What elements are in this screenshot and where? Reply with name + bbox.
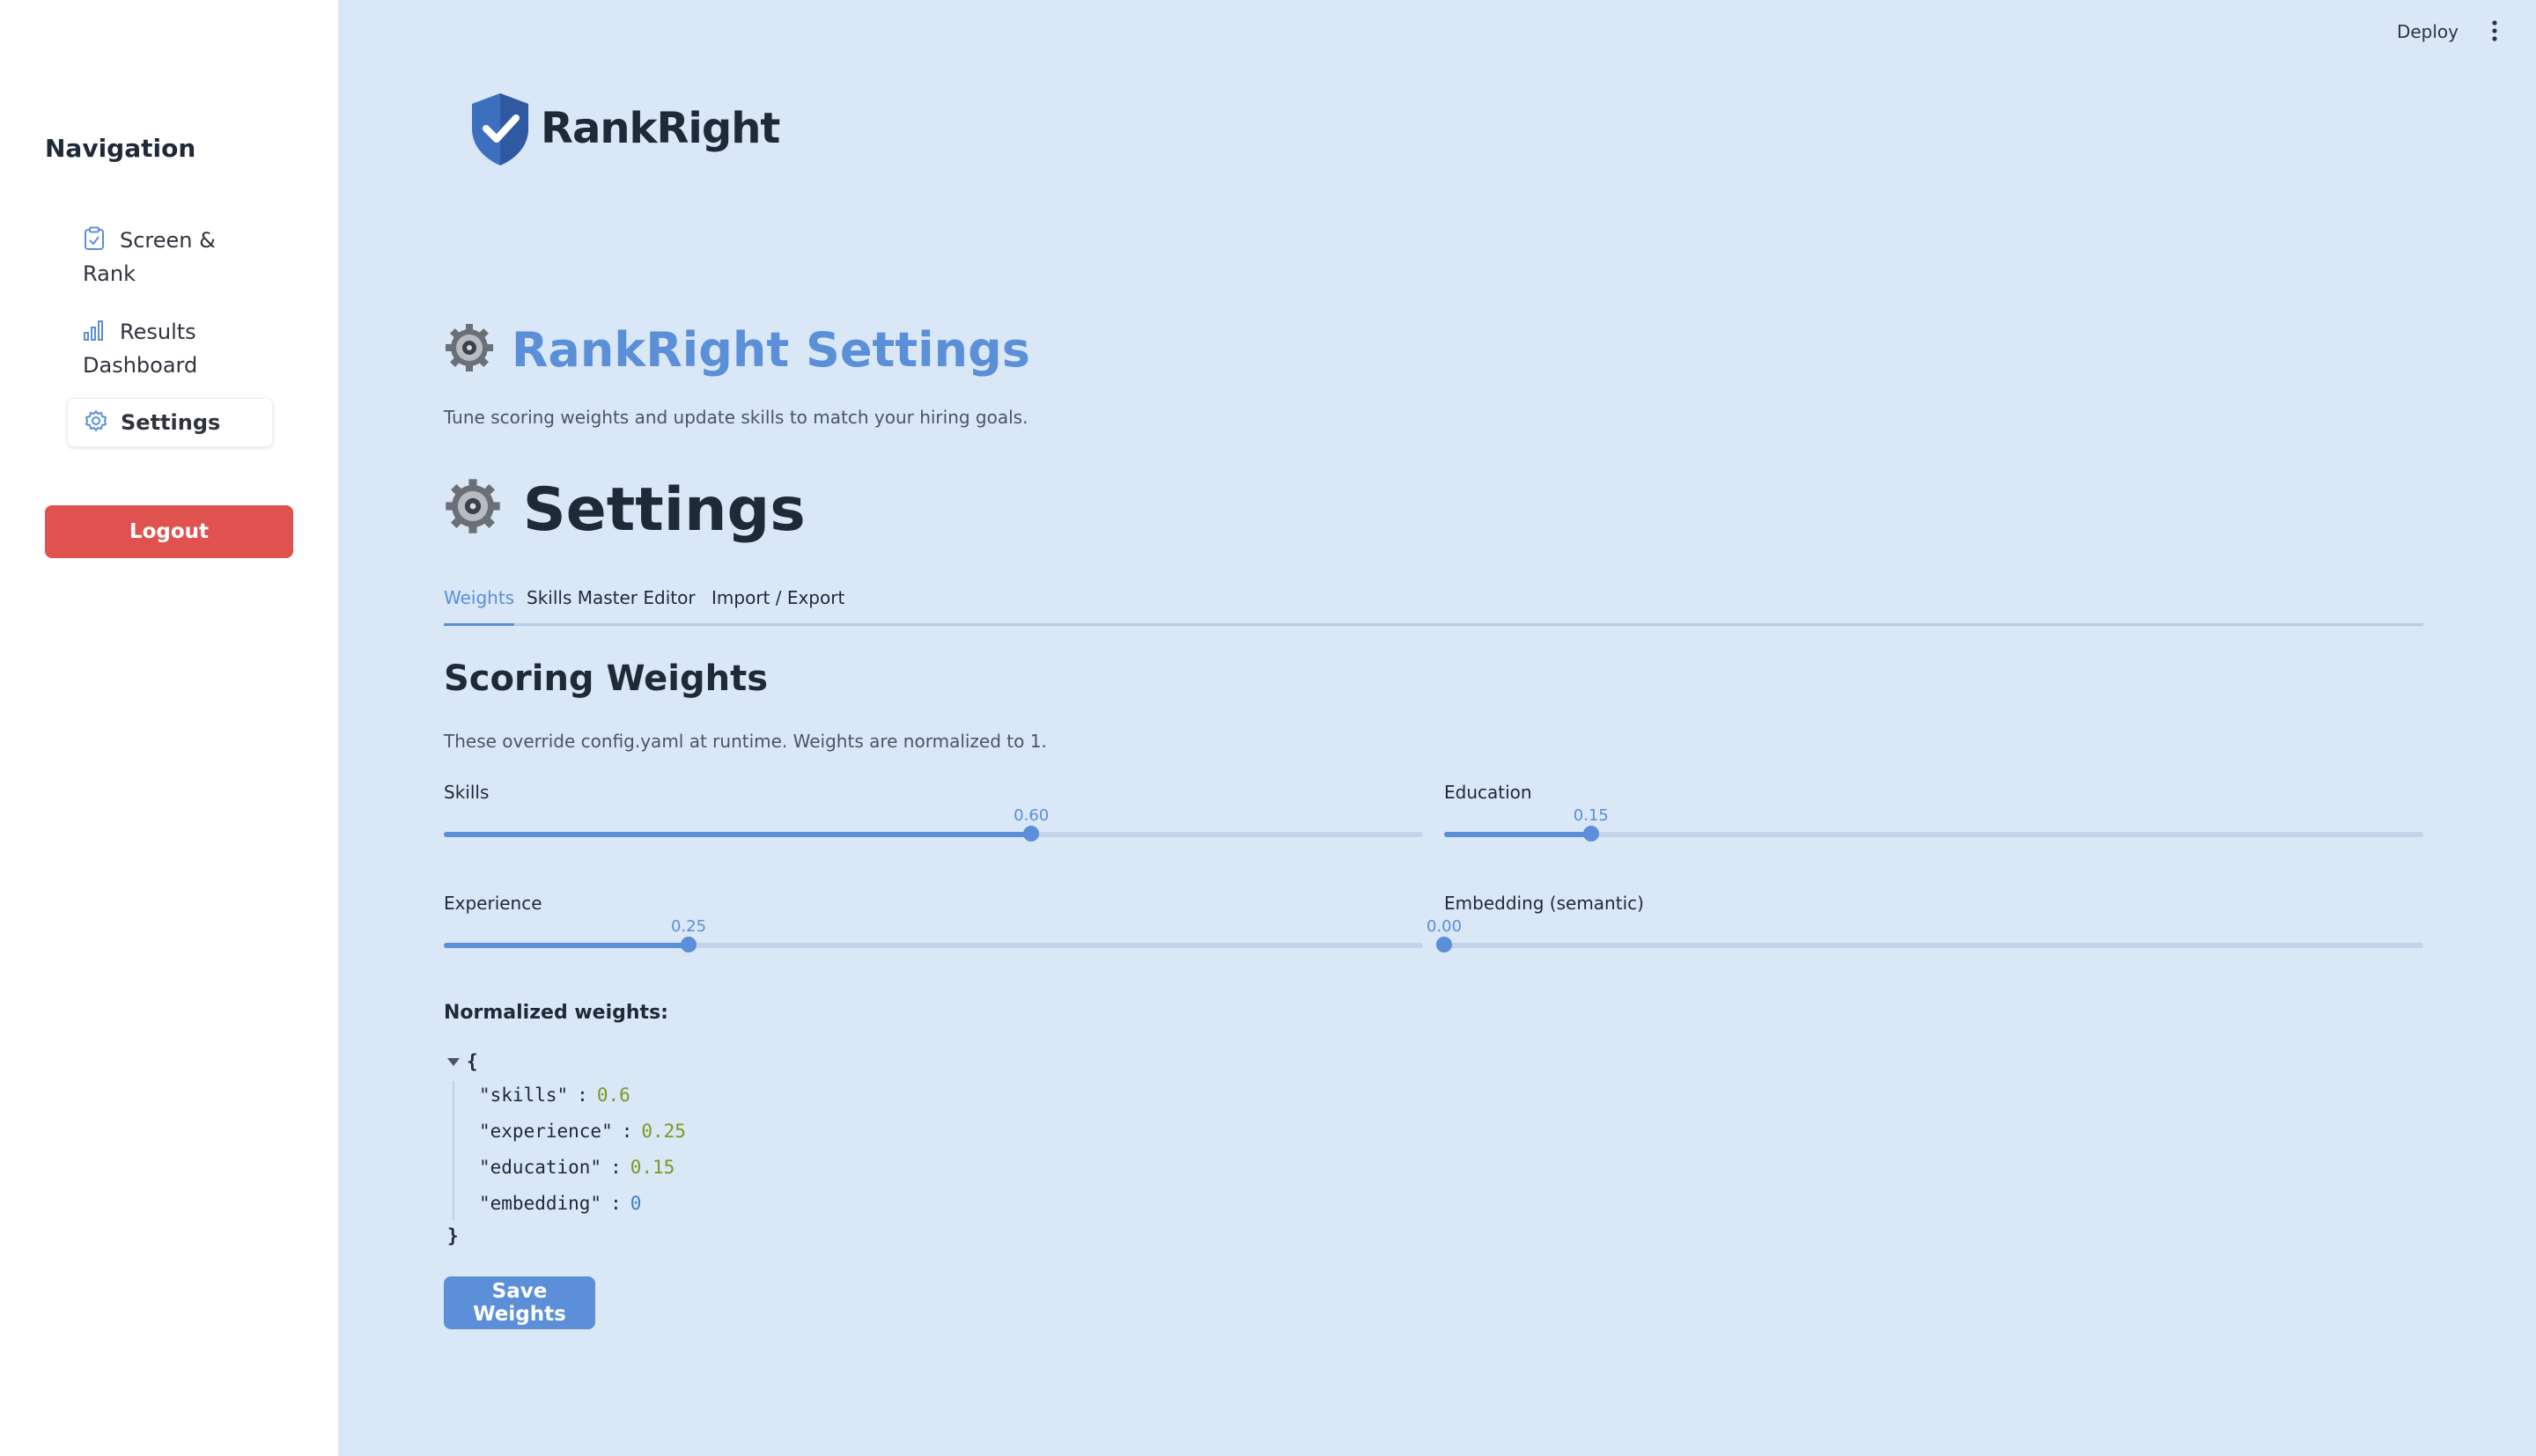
slider-label: Embedding (semantic) [1444, 893, 1644, 914]
slider-value: 0.00 [1426, 917, 1463, 936]
section-heading: Scoring Weights [444, 658, 769, 699]
slider-value: 0.25 [670, 917, 707, 936]
json-sep: : [577, 1085, 588, 1106]
slider-thumb[interactable] [1582, 826, 1599, 842]
json-key: "experience" [479, 1121, 613, 1142]
json-value: 0.25 [641, 1121, 686, 1142]
deploy-button[interactable]: Deploy [2397, 21, 2459, 42]
slider-track[interactable] [1444, 826, 2423, 842]
tab-import-export[interactable]: Import / Export [711, 585, 844, 623]
slider-track[interactable] [1436, 937, 2423, 952]
sidebar-item-label-2: Dashboard [83, 353, 198, 378]
slider-value: 0.60 [1014, 806, 1050, 825]
slider-label: Education [1444, 782, 1532, 803]
page-title-text: RankRight Settings [511, 322, 1030, 379]
main-content: Deploy RankRight RankRight Settings Tune… [338, 0, 2536, 1456]
logout-button[interactable]: Logout [45, 505, 293, 558]
nav-title: Navigation [45, 134, 196, 163]
kebab-menu-icon[interactable] [2490, 19, 2499, 42]
json-value: 0.15 [630, 1157, 675, 1178]
json-key: "skills" [479, 1085, 569, 1106]
slider-fill [444, 832, 1032, 837]
shield-check-icon [468, 92, 532, 171]
json-sep: : [621, 1121, 633, 1142]
json-row: "experience":0.25 [479, 1121, 686, 1142]
json-key: "embedding" [479, 1193, 602, 1214]
sidebar-item-results-dashboard[interactable]: Results Dashboard [67, 308, 271, 389]
collapse-caret-icon[interactable] [447, 1058, 460, 1066]
education-slider[interactable]: Education 0.15 [1444, 782, 2423, 861]
gear-outline-icon [84, 408, 108, 433]
slider-thumb[interactable] [1436, 937, 1452, 952]
json-indent-guide [453, 1081, 454, 1220]
slider-label: Skills [444, 782, 490, 803]
bar-chart-icon [83, 318, 107, 342]
tab-skills-master-editor[interactable]: Skills Master Editor [527, 585, 696, 623]
slider-track[interactable] [444, 826, 1423, 842]
settings-heading: Settings [444, 475, 806, 550]
json-row: "education":0.15 [479, 1157, 675, 1178]
skills-slider[interactable]: Skills 0.60 [444, 782, 1423, 861]
tab-bar: Weights Skills Master Editor Import / Ex… [444, 585, 2423, 626]
slider-fill [444, 943, 689, 948]
json-viewer: { "skills":0.6 "experience":0.25 "educat… [444, 1051, 972, 1254]
sidebar-item-label-2: Rank [83, 261, 136, 286]
json-close-brace: } [447, 1225, 459, 1246]
sidebar-item-screen-rank[interactable]: Screen & Rank [67, 217, 271, 298]
settings-heading-text: Settings [522, 475, 806, 545]
slider-track[interactable] [444, 937, 1423, 952]
sidebar-item-settings[interactable]: Settings [67, 398, 273, 447]
sidebar: Navigation Screen & Rank Results Dashboa… [0, 0, 338, 1456]
json-value: 0.6 [596, 1085, 630, 1106]
json-key: "education" [479, 1157, 602, 1178]
gear-icon [444, 322, 495, 385]
slider-thumb[interactable] [1023, 826, 1040, 842]
tab-weights[interactable]: Weights [444, 585, 515, 626]
section-description: These override config.yaml at runtime. W… [444, 731, 1047, 752]
gear-icon [444, 477, 502, 550]
sidebar-item-label: Results [120, 320, 196, 344]
slider-value: 0.15 [1573, 806, 1609, 825]
sidebar-item-label: Screen & [120, 228, 216, 253]
page-title: RankRight Settings [444, 322, 1030, 385]
json-value: 0 [630, 1193, 642, 1214]
json-sep: : [610, 1157, 622, 1178]
brand-name: RankRight [541, 104, 780, 153]
slider-thumb[interactable] [681, 937, 697, 952]
slider-label: Experience [444, 893, 542, 914]
save-weights-button[interactable]: Save Weights [444, 1276, 595, 1329]
experience-slider[interactable]: Experience 0.25 [444, 893, 1423, 972]
page-subtitle: Tune scoring weights and update skills t… [444, 407, 1028, 428]
json-sep: : [610, 1193, 622, 1214]
embedding-slider[interactable]: Embedding (semantic) 0.00 [1426, 893, 2423, 972]
clipboard-icon [83, 226, 107, 251]
json-open-brace: { [467, 1051, 478, 1072]
sidebar-item-label: Settings [121, 410, 221, 435]
json-row: "skills":0.6 [479, 1085, 630, 1106]
json-row: "embedding":0 [479, 1193, 641, 1214]
slider-fill [1444, 832, 1591, 837]
normalized-weights-label: Normalized weights: [444, 1002, 668, 1024]
